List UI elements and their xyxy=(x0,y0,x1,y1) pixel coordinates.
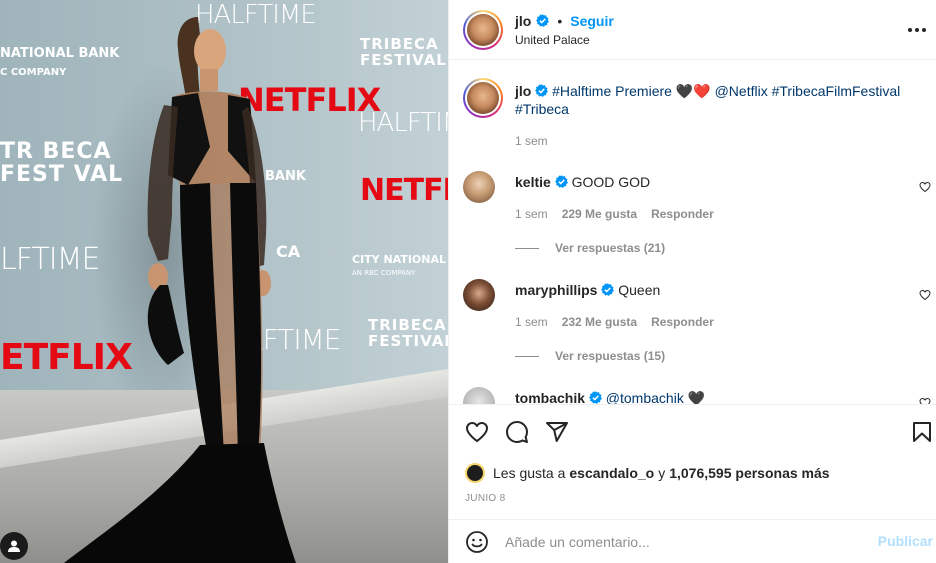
post-header: jlo • Seguir United Palace xyxy=(449,0,936,60)
caption-emojis: 🖤❤️ xyxy=(675,83,711,99)
comment-like-heart-icon[interactable] xyxy=(919,397,931,404)
comment-meta: 1 sem 229 Me gusta Responder xyxy=(515,207,714,221)
comments-list[interactable]: jlo #Halftime Premiere 🖤❤️ @Netflix #Tri… xyxy=(449,61,936,404)
author-info: jlo • Seguir United Palace xyxy=(515,13,614,47)
likes-prefix: Les gusta a xyxy=(493,465,566,481)
logo-halftime-2: HALFTIME xyxy=(358,108,448,138)
reply-button[interactable]: Responder xyxy=(651,207,714,221)
liker-avatar[interactable] xyxy=(465,463,485,483)
logo-tribeca-1: TRIBECA FESTIVAL xyxy=(360,36,447,69)
bookmark-icon[interactable] xyxy=(910,420,934,444)
verified-badge-icon xyxy=(601,283,615,296)
comment-likes[interactable]: 232 Me gusta xyxy=(562,315,637,329)
comment-username[interactable]: tombachik xyxy=(515,390,585,404)
logo-tribeca-line2: FESTIVAL xyxy=(360,50,447,69)
post-date[interactable]: JUNIO 8 xyxy=(465,493,505,504)
logo-netflix-2: NETFLIX xyxy=(360,173,448,208)
post-comment-button[interactable]: Publicar xyxy=(878,533,933,549)
caption-avatar[interactable] xyxy=(463,78,503,118)
comment-body: GOOD GOD xyxy=(571,174,651,190)
comment-input[interactable] xyxy=(505,533,865,550)
comment-text: maryphillips Queen xyxy=(515,281,905,299)
caption-time[interactable]: 1 sem xyxy=(515,134,548,148)
comment-mention[interactable]: @tombachik xyxy=(606,390,684,404)
comment-like-heart-icon[interactable] xyxy=(919,289,931,301)
post-side-panel: jlo • Seguir United Palace jlo #Halftime… xyxy=(448,0,936,563)
logo-city-national-bank: CITY NATIONAL BANK xyxy=(352,253,448,266)
emoji-icon[interactable] xyxy=(465,530,489,554)
verified-badge-icon xyxy=(554,175,568,188)
replies-line xyxy=(515,247,539,249)
logo-tribeca-3: TRIBECA FESTIVAL xyxy=(368,317,448,350)
reply-button[interactable]: Responder xyxy=(651,315,714,329)
more-options-icon[interactable] xyxy=(905,20,929,40)
caption-text: jlo #Halftime Premiere 🖤❤️ @Netflix #Tri… xyxy=(515,82,905,118)
logo-rbc: AN RBC COMPANY xyxy=(352,269,416,277)
view-replies-button[interactable]: Ver respuestas (15) xyxy=(515,349,665,363)
view-replies-label: Ver respuestas (15) xyxy=(555,349,666,363)
comment-username[interactable]: maryphillips xyxy=(515,282,597,298)
likes-middle: y xyxy=(658,465,666,481)
share-icon[interactable] xyxy=(545,420,569,444)
comment-text: tombachik @tombachik 🖤 xyxy=(515,389,905,404)
verified-badge-icon xyxy=(535,84,549,97)
heart-icon[interactable] xyxy=(465,420,489,444)
post-photo[interactable]: HALFTIME TRIBECA FESTIVAL NATIONAL BANK … xyxy=(0,0,448,563)
comment-emoji: 🖤 xyxy=(687,390,706,404)
follow-button[interactable]: Seguir xyxy=(570,13,614,29)
verified-badge-icon xyxy=(588,391,602,404)
commenter-avatar[interactable] xyxy=(463,279,495,311)
comment-meta: 1 sem 232 Me gusta Responder xyxy=(515,315,714,329)
comment-icon[interactable] xyxy=(505,420,529,444)
likes-user[interactable]: escandalo_o xyxy=(569,465,654,481)
replies-line xyxy=(515,355,539,357)
comment-like-heart-icon[interactable] xyxy=(919,181,931,193)
comment-text: keltie GOOD GOD xyxy=(515,173,905,191)
likes-count[interactable]: 1,076,595 personas más xyxy=(669,465,829,481)
tagged-user-button[interactable] xyxy=(0,532,28,560)
comment-time[interactable]: 1 sem xyxy=(515,315,548,329)
commenter-avatar[interactable] xyxy=(463,387,495,404)
author-avatar[interactable] xyxy=(463,9,503,50)
view-replies-button[interactable]: Ver respuestas (21) xyxy=(515,241,665,255)
author-username[interactable]: jlo xyxy=(515,13,531,29)
comment-body: Queen xyxy=(618,282,661,298)
logo-tribeca-3-line2: FESTIVAL xyxy=(368,331,448,350)
commenter-avatar[interactable] xyxy=(463,171,495,203)
likes-summary[interactable]: Les gusta a escandalo_o y 1,076,595 pers… xyxy=(465,463,830,483)
person-figure xyxy=(64,17,296,563)
caption-username[interactable]: jlo xyxy=(515,83,531,99)
comment-time[interactable]: 1 sem xyxy=(515,207,548,221)
post-actions: Les gusta a escandalo_o y 1,076,595 pers… xyxy=(449,404,936,519)
instagram-post-view: HALFTIME TRIBECA FESTIVAL NATIONAL BANK … xyxy=(0,0,936,563)
location-link[interactable]: United Palace xyxy=(515,33,614,47)
comment-username[interactable]: keltie xyxy=(515,174,551,190)
verified-badge-icon xyxy=(536,14,550,27)
caption-mention[interactable]: @Netflix xyxy=(715,83,768,99)
logo-company: C COMPANY xyxy=(0,67,67,78)
caption-meta: 1 sem xyxy=(515,134,548,148)
caption-hashtag-halftime[interactable]: #Halftime Premiere xyxy=(552,83,676,99)
view-replies-label: Ver respuestas (21) xyxy=(555,241,666,255)
author-row: jlo • Seguir xyxy=(515,13,614,29)
separator-dot: • xyxy=(557,12,563,29)
user-icon xyxy=(8,540,20,552)
comment-likes[interactable]: 229 Me gusta xyxy=(562,207,637,221)
add-comment-bar: Publicar xyxy=(449,519,936,563)
